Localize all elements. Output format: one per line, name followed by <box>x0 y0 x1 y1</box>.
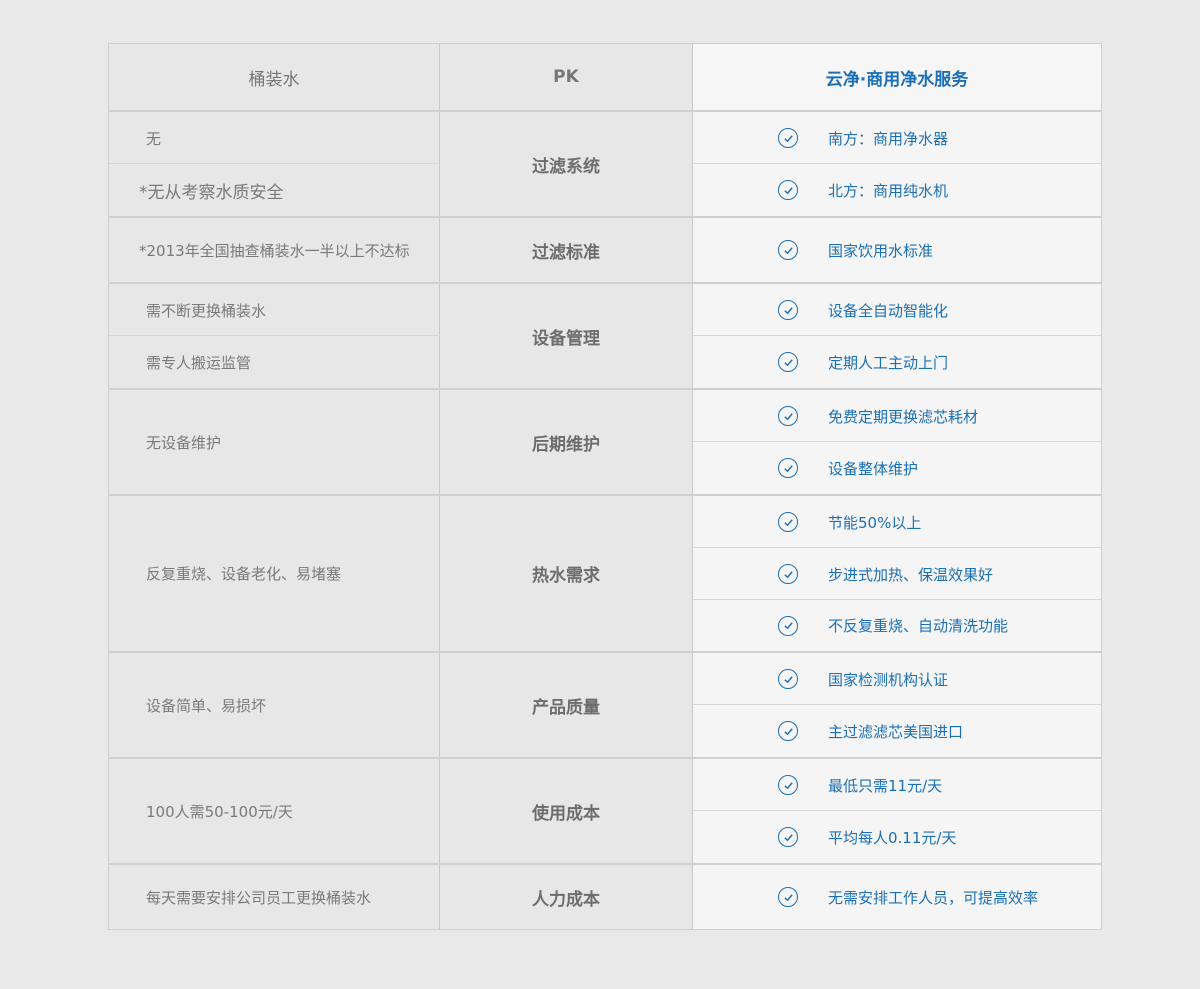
check-circle-icon <box>778 352 798 372</box>
check-circle-icon <box>778 512 798 532</box>
category-label: 过滤系统 <box>532 156 600 177</box>
check-circle-icon <box>778 669 798 689</box>
service-item: 最低只需11元/天 <box>693 759 1101 811</box>
category-device-management: 设备管理 <box>440 284 693 388</box>
group-quality-service: 国家检测机构认证 主过滤滤芯美国进口 <box>693 653 1101 757</box>
service-item: 国家饮用水标准 <box>693 218 1101 282</box>
service-label: 设备全自动智能化 <box>828 301 949 320</box>
check-circle-icon <box>778 615 798 636</box>
check-circle-icon <box>778 775 798 795</box>
group-filter-standard-bottled: *2013年全国抽查桶装水一半以上不达标 <box>109 218 440 282</box>
category-label: 使用成本 <box>532 803 600 824</box>
check-circle-icon <box>778 458 798 478</box>
service-item: 无需安排工作人员，可提高效率 <box>693 865 1101 929</box>
service-item: 免费定期更换滤芯耗材 <box>693 390 1101 442</box>
category-label: 人力成本 <box>532 889 600 910</box>
service-item: 平均每人0.11元/天 <box>693 811 1101 863</box>
category-label: 产品质量 <box>532 697 600 718</box>
category-filter-standard: 过滤标准 <box>440 218 693 282</box>
service-label: 主过滤滤芯美国进口 <box>828 722 964 741</box>
service-label: 步进式加热、保温效果好 <box>828 565 994 584</box>
service-label: 定期人工主动上门 <box>828 353 949 372</box>
check-circle-icon <box>778 180 798 200</box>
group-maintenance-bottled: 无设备维护 <box>109 390 440 494</box>
service-item: 主过滤滤芯美国进口 <box>693 705 1101 757</box>
category-maintenance: 后期维护 <box>440 390 693 494</box>
service-item: 节能50%以上 <box>693 496 1101 548</box>
group-hot-water-service: 节能50%以上 步进式加热、保温效果好 不反复重烧、自动清洗功能 <box>693 496 1101 651</box>
bottled-item: 无 <box>146 129 162 148</box>
service-label: 免费定期更换滤芯耗材 <box>828 407 979 426</box>
category-label: 热水需求 <box>532 566 600 586</box>
header-bottled-water: 桶装水 <box>109 44 440 110</box>
service-item: 不反复重烧、自动清洗功能 <box>693 600 1101 651</box>
category-label: 后期维护 <box>532 434 600 455</box>
group-filter-system-service: 南方：商用净水器 北方：商用纯水机 <box>693 112 1101 216</box>
group-labor-cost-bottled: 每天需要安排公司员工更换桶装水 <box>109 865 440 929</box>
category-quality: 产品质量 <box>440 653 693 757</box>
check-circle-icon <box>778 240 798 260</box>
service-item: 北方：商用纯水机 <box>693 164 1101 216</box>
bottled-item: 需不断更换桶装水 <box>146 301 267 320</box>
category-filter-system: 过滤系统 <box>440 112 693 216</box>
service-item: 设备整体维护 <box>693 442 1101 494</box>
service-item: 步进式加热、保温效果好 <box>693 548 1101 600</box>
group-filter-system-bottled: 无 *无从考察水质安全 <box>109 112 440 216</box>
service-label: 最低只需11元/天 <box>828 776 943 795</box>
check-circle-icon <box>778 887 798 907</box>
check-circle-icon <box>778 128 798 148</box>
service-label: 北方：商用纯水机 <box>828 181 949 200</box>
group-hot-water-bottled: 反复重烧、设备老化、易堵塞 <box>109 496 440 651</box>
service-label: 平均每人0.11元/天 <box>828 828 957 847</box>
service-label: 无需安排工作人员，可提高效率 <box>828 888 1039 907</box>
service-item: 南方：商用净水器 <box>693 112 1101 164</box>
service-label: 节能50%以上 <box>828 513 922 532</box>
service-item: 设备全自动智能化 <box>693 284 1101 336</box>
check-circle-icon <box>778 564 798 584</box>
category-label: 过滤标准 <box>532 242 600 263</box>
check-circle-icon <box>778 721 798 741</box>
service-label: 南方：商用净水器 <box>828 129 949 148</box>
check-circle-icon <box>778 406 798 426</box>
group-quality-bottled: 设备简单、易损坏 <box>109 653 440 757</box>
category-hot-water: 热水需求 <box>440 496 693 651</box>
group-device-management-bottled: 需不断更换桶装水 需专人搬运监管 <box>109 284 440 388</box>
service-item: 国家检测机构认证 <box>693 653 1101 705</box>
header-pk: PK <box>440 44 693 110</box>
group-usage-cost-bottled: 100人需50-100元/天 <box>109 759 440 863</box>
service-label: 不反复重烧、自动清洗功能 <box>828 617 1009 635</box>
service-label: 国家检测机构认证 <box>828 670 949 689</box>
comparison-table: 桶装水 PK 云净·商用净水服务 无 *无从考察水质安全 过滤系统 南方：商用净… <box>108 43 1102 930</box>
bottled-item: 需专人搬运监管 <box>146 353 252 372</box>
service-item: 定期人工主动上门 <box>693 336 1101 388</box>
group-maintenance-service: 免费定期更换滤芯耗材 设备整体维护 <box>693 390 1101 494</box>
service-label: 设备整体维护 <box>828 459 919 478</box>
check-circle-icon <box>778 827 798 847</box>
service-label: 国家饮用水标准 <box>828 241 934 260</box>
category-labor-cost: 人力成本 <box>440 865 693 929</box>
category-usage-cost: 使用成本 <box>440 759 693 863</box>
bottled-item: *无从考察水质安全 <box>139 182 284 203</box>
group-device-management-service: 设备全自动智能化 定期人工主动上门 <box>693 284 1101 388</box>
category-label: 设备管理 <box>532 328 600 349</box>
header-cloud-service: 云净·商用净水服务 <box>693 44 1101 110</box>
check-circle-icon <box>778 300 798 320</box>
group-usage-cost-service: 最低只需11元/天 平均每人0.11元/天 <box>693 759 1101 863</box>
